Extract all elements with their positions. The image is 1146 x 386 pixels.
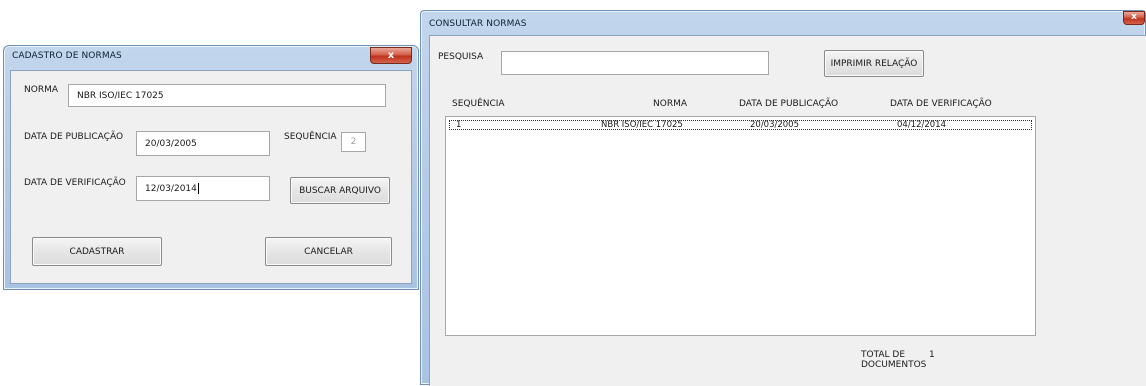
data-verificacao-label: DATA DE VERIFICAÇÃO — [24, 178, 126, 188]
buscar-arquivo-button[interactable]: BUSCAR ARQUIVO — [290, 177, 390, 204]
norma-input[interactable]: NBR ISO/IEC 17025 — [68, 84, 386, 107]
sequencia-label: SEQUÊNCIA — [284, 132, 337, 142]
consultar-close-button[interactable]: x — [1123, 11, 1145, 25]
row-norma: NBR ISO/IEC 17025 — [601, 120, 683, 130]
imprimir-relacao-button[interactable]: IMPRIMIR RELAÇÃO — [824, 50, 924, 77]
data-verificacao-input[interactable]: 12/03/2014 — [136, 176, 270, 201]
row-sequencia: 1 — [456, 120, 462, 130]
row-data-publicacao: 20/03/2005 — [750, 120, 799, 130]
pesquisa-label: PESQUISA — [438, 52, 484, 62]
consultar-panel: PESQUISA IMPRIMIR RELAÇÃO SEQUÊNCIA NORM… — [429, 35, 1146, 386]
sequencia-field: 2 — [341, 132, 366, 152]
cadastro-close-button[interactable]: x — [370, 47, 412, 64]
data-publicacao-value: 20/03/2005 — [145, 138, 197, 149]
norma-label: NORMA — [24, 85, 58, 95]
row-data-verificacao: 04/12/2014 — [897, 120, 946, 130]
cadastro-title: CADASTRO DE NORMAS — [12, 51, 122, 61]
cadastro-titlebar[interactable]: CADASTRO DE NORMAS x — [4, 46, 418, 68]
column-header-norma: NORMA — [653, 99, 687, 109]
cancelar-button[interactable]: CANCELAR — [265, 237, 392, 266]
sequencia-value: 2 — [350, 137, 357, 147]
text-cursor — [197, 183, 199, 194]
consultar-window: CONSULTAR NORMAS x PESQUISA IMPRIMIR REL… — [420, 10, 1146, 386]
column-header-data-verificacao: DATA DE VERIFICAÇÃO — [890, 99, 992, 109]
consultar-title: CONSULTAR NORMAS — [429, 19, 527, 29]
close-icon: x — [1131, 12, 1137, 22]
cadastro-form: NORMA NBR ISO/IEC 17025 DATA DE PUBLICAÇ… — [10, 70, 412, 284]
data-publicacao-label: DATA DE PUBLICAÇÃO — [24, 132, 124, 142]
column-header-data-publicacao: DATA DE PUBLICAÇÃO — [739, 99, 839, 109]
data-publicacao-input[interactable]: 20/03/2005 — [136, 131, 270, 156]
close-icon: x — [387, 50, 395, 61]
pesquisa-input[interactable] — [501, 51, 769, 75]
total-value: 1 — [929, 350, 935, 360]
total-label-line1: TOTAL DE — [861, 350, 906, 360]
total-label-line2: DOCUMENTOS — [861, 360, 927, 370]
norma-input-value: NBR ISO/IEC 17025 — [77, 90, 164, 101]
consultar-titlebar[interactable]: CONSULTAR NORMAS x — [421, 11, 1145, 33]
list-item[interactable]: 1 NBR ISO/IEC 17025 20/03/2005 04/12/201… — [449, 120, 1032, 130]
cadastrar-button[interactable]: CADASTRAR — [32, 237, 162, 266]
normas-list[interactable]: 1 NBR ISO/IEC 17025 20/03/2005 04/12/201… — [445, 116, 1036, 336]
column-header-sequencia: SEQUÊNCIA — [452, 99, 505, 109]
data-verificacao-value: 12/03/2014 — [145, 183, 197, 194]
cadastro-window: CADASTRO DE NORMAS x NORMA NBR ISO/IEC 1… — [3, 45, 419, 290]
